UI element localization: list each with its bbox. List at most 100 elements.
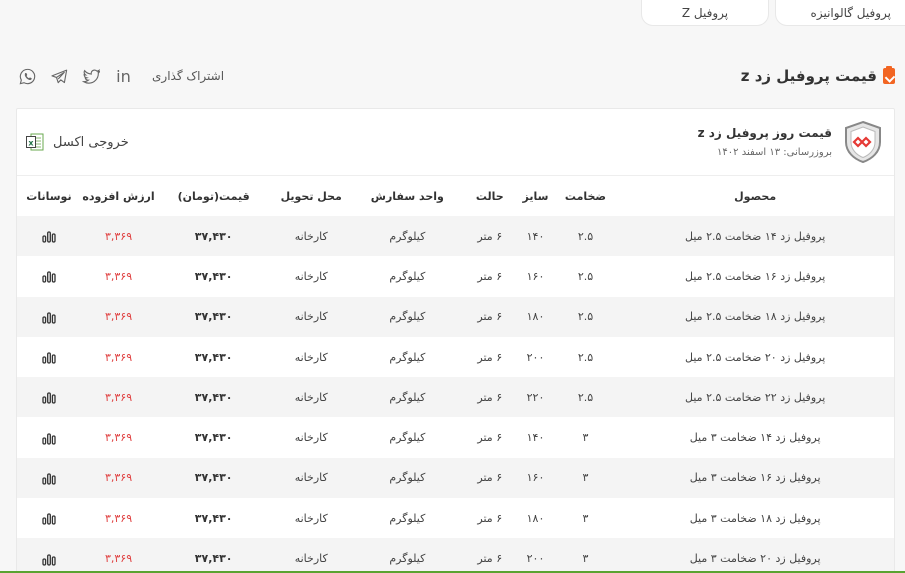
price-card: قیمت روز پروفیل زد z بروزرسانی: ۱۳ اسفند… (16, 108, 895, 573)
telegram-icon[interactable] (48, 65, 70, 87)
cell-delivery: کارخانه (271, 216, 352, 257)
page-title-text: قیمت پروفیل زد z (740, 67, 877, 85)
cell-product: پروفیل زد ۱۶ ضخامت ۲.۵ میل (616, 256, 894, 297)
col-fluctuation: نوسانات (17, 176, 81, 216)
cell-unit: کیلوگرم (351, 256, 464, 297)
cell-delivery: کارخانه (271, 336, 352, 378)
update-date: بروزرسانی: ۱۳ اسفند ۱۴۰۲ (717, 147, 832, 158)
price-chart-icon[interactable] (42, 552, 56, 566)
cell-unit: کیلوگرم (351, 296, 464, 337)
cell-size: ۲۰۰ (516, 336, 555, 378)
cell-delivery: کارخانه (271, 457, 352, 499)
tab-galvanized-profile[interactable]: پروفیل گالوانیزه (775, 0, 905, 26)
table-row: پروفیل زد ۲۰ ضخامت ۲.۵ میل ۲.۵ ۲۰۰ ۶ متر کیل… (17, 336, 894, 378)
cell-delivery: کارخانه (271, 417, 352, 458)
cell-state: ۶ متر (463, 417, 517, 458)
price-chart-icon[interactable] (42, 390, 56, 404)
clipboard-icon (883, 66, 895, 84)
cell-vat: ۳,۳۶۹ (80, 296, 157, 337)
whatsapp-icon[interactable] (16, 65, 38, 87)
cell-fluctuation (17, 256, 81, 297)
cell-fluctuation (17, 296, 81, 337)
cell-vat: ۳,۳۶۹ (80, 538, 157, 573)
cell-fluctuation (17, 538, 81, 573)
cell-fluctuation (17, 336, 81, 378)
cell-unit: کیلوگرم (351, 336, 464, 378)
cell-delivery: کارخانه (271, 296, 352, 337)
cell-price: ۳۷,۴۳۰ (156, 377, 272, 418)
linkedin-icon[interactable]: in (112, 65, 134, 87)
price-chart-icon[interactable] (42, 269, 56, 284)
cell-price: ۳۷,۴۳۰ (156, 336, 272, 378)
card-title-area: قیمت روز پروفیل زد z بروزرسانی: ۱۳ اسفند… (698, 120, 884, 164)
table-row: پروفیل زد ۲۰ ضخامت ۳ میل ۳ ۲۰۰ ۶ متر کیلوگرم… (17, 538, 894, 573)
cell-thickness: ۳ (554, 538, 617, 573)
cell-size: ۲۲۰ (516, 377, 555, 418)
price-table: محصول ضخامت سایز حالت واحد سفارش محل تحو… (17, 176, 894, 573)
cell-size: ۲۰۰ (516, 538, 555, 573)
cell-state: ۶ متر (463, 457, 517, 499)
cell-unit: کیلوگرم (351, 216, 464, 257)
cell-fluctuation (17, 377, 81, 418)
cell-product: پروفیل زد ۱۴ ضخامت ۳ میل (616, 417, 894, 458)
svg-text:in: in (116, 67, 131, 86)
cell-state: ۶ متر (463, 296, 517, 337)
cell-thickness: ۲.۵ (554, 216, 617, 257)
table-body: پروفیل زد ۱۴ ضخامت ۲.۵ میل ۲.۵ ۱۴۰ ۶ متر کیل… (17, 216, 894, 573)
cell-thickness: ۲.۵ (554, 256, 617, 297)
price-chart-icon[interactable] (42, 511, 56, 525)
table-row: پروفیل زد ۱۶ ضخامت ۲.۵ میل ۲.۵ ۱۶۰ ۶ متر کیل… (17, 256, 894, 297)
cell-vat: ۳,۳۶۹ (80, 457, 157, 499)
excel-export-button[interactable]: خروجی اکسل x (25, 132, 129, 152)
card-title: قیمت روز پروفیل زد z (697, 126, 832, 140)
price-chart-icon[interactable] (42, 310, 56, 324)
excel-icon: x (26, 133, 44, 151)
cell-fluctuation (17, 498, 81, 539)
table-row: پروفیل زد ۱۴ ضخامت ۳ میل ۳ ۱۴۰ ۶ متر کیلوگرم… (17, 417, 894, 458)
cell-vat: ۳,۳۶۹ (80, 377, 157, 418)
table-row: پروفیل زد ۱۶ ضخامت ۳ میل ۳ ۱۶۰ ۶ متر کیلوگرم… (17, 457, 894, 499)
cell-price: ۳۷,۴۳۰ (156, 417, 272, 458)
price-chart-icon[interactable] (42, 229, 56, 243)
cell-thickness: ۳ (554, 457, 617, 499)
cell-product: پروفیل زد ۱۸ ضخامت ۲.۵ میل (616, 296, 894, 337)
col-vat: ارزش افزوده (80, 176, 157, 216)
card-header: قیمت روز پروفیل زد z بروزرسانی: ۱۳ اسفند… (17, 109, 894, 176)
cell-thickness: ۲.۵ (554, 336, 617, 378)
twitter-icon[interactable] (80, 65, 102, 87)
cell-price: ۳۷,۴۳۰ (156, 457, 272, 499)
shield-logo-icon (845, 120, 881, 164)
cell-state: ۶ متر (463, 256, 517, 297)
share-bar: اشتراک گذاری in (16, 65, 224, 87)
cell-fluctuation (17, 216, 81, 257)
cell-state: ۶ متر (463, 216, 517, 257)
cell-product: پروفیل زد ۱۸ ضخامت ۳ میل (616, 498, 894, 539)
price-chart-icon[interactable] (42, 350, 56, 364)
cell-thickness: ۳ (554, 417, 617, 458)
card-title-block: قیمت روز پروفیل زد z بروزرسانی: ۱۳ اسفند… (698, 126, 832, 158)
page-title: قیمت پروفیل زد z (740, 66, 895, 85)
col-state: حالت (463, 176, 517, 216)
cell-unit: کیلوگرم (351, 538, 464, 573)
cell-delivery: کارخانه (271, 538, 352, 573)
price-chart-icon[interactable] (42, 431, 56, 445)
cell-product: پروفیل زد ۲۰ ضخامت ۲.۵ میل (616, 336, 894, 378)
cell-unit: کیلوگرم (351, 498, 464, 539)
col-delivery: محل تحویل (271, 176, 352, 216)
cell-price: ۳۷,۴۳۰ (156, 216, 272, 257)
cell-vat: ۳,۳۶۹ (80, 417, 157, 458)
cell-size: ۱۴۰ (516, 417, 555, 458)
cell-price: ۳۷,۴۳۰ (156, 538, 272, 573)
price-chart-icon[interactable] (42, 471, 56, 485)
col-size: سایز (516, 176, 555, 216)
cell-price: ۳۷,۴۳۰ (156, 296, 272, 337)
cell-product: پروفیل زد ۱۶ ضخامت ۳ میل (616, 457, 894, 499)
table-row: پروفیل زد ۱۴ ضخامت ۲.۵ میل ۲.۵ ۱۴۰ ۶ متر کیل… (17, 216, 894, 257)
cell-size: ۱۶۰ (516, 457, 555, 499)
page-header: قیمت پروفیل زد z اشتراک گذاری in (16, 62, 895, 90)
cell-unit: کیلوگرم (351, 417, 464, 458)
tab-label: پروفیل گالوانیزه (810, 5, 891, 20)
tab-z-profile[interactable]: پروفیل Z (641, 0, 769, 26)
col-price: قیمت(تومان) (156, 176, 272, 216)
cell-size: ۱۶۰ (516, 256, 555, 297)
